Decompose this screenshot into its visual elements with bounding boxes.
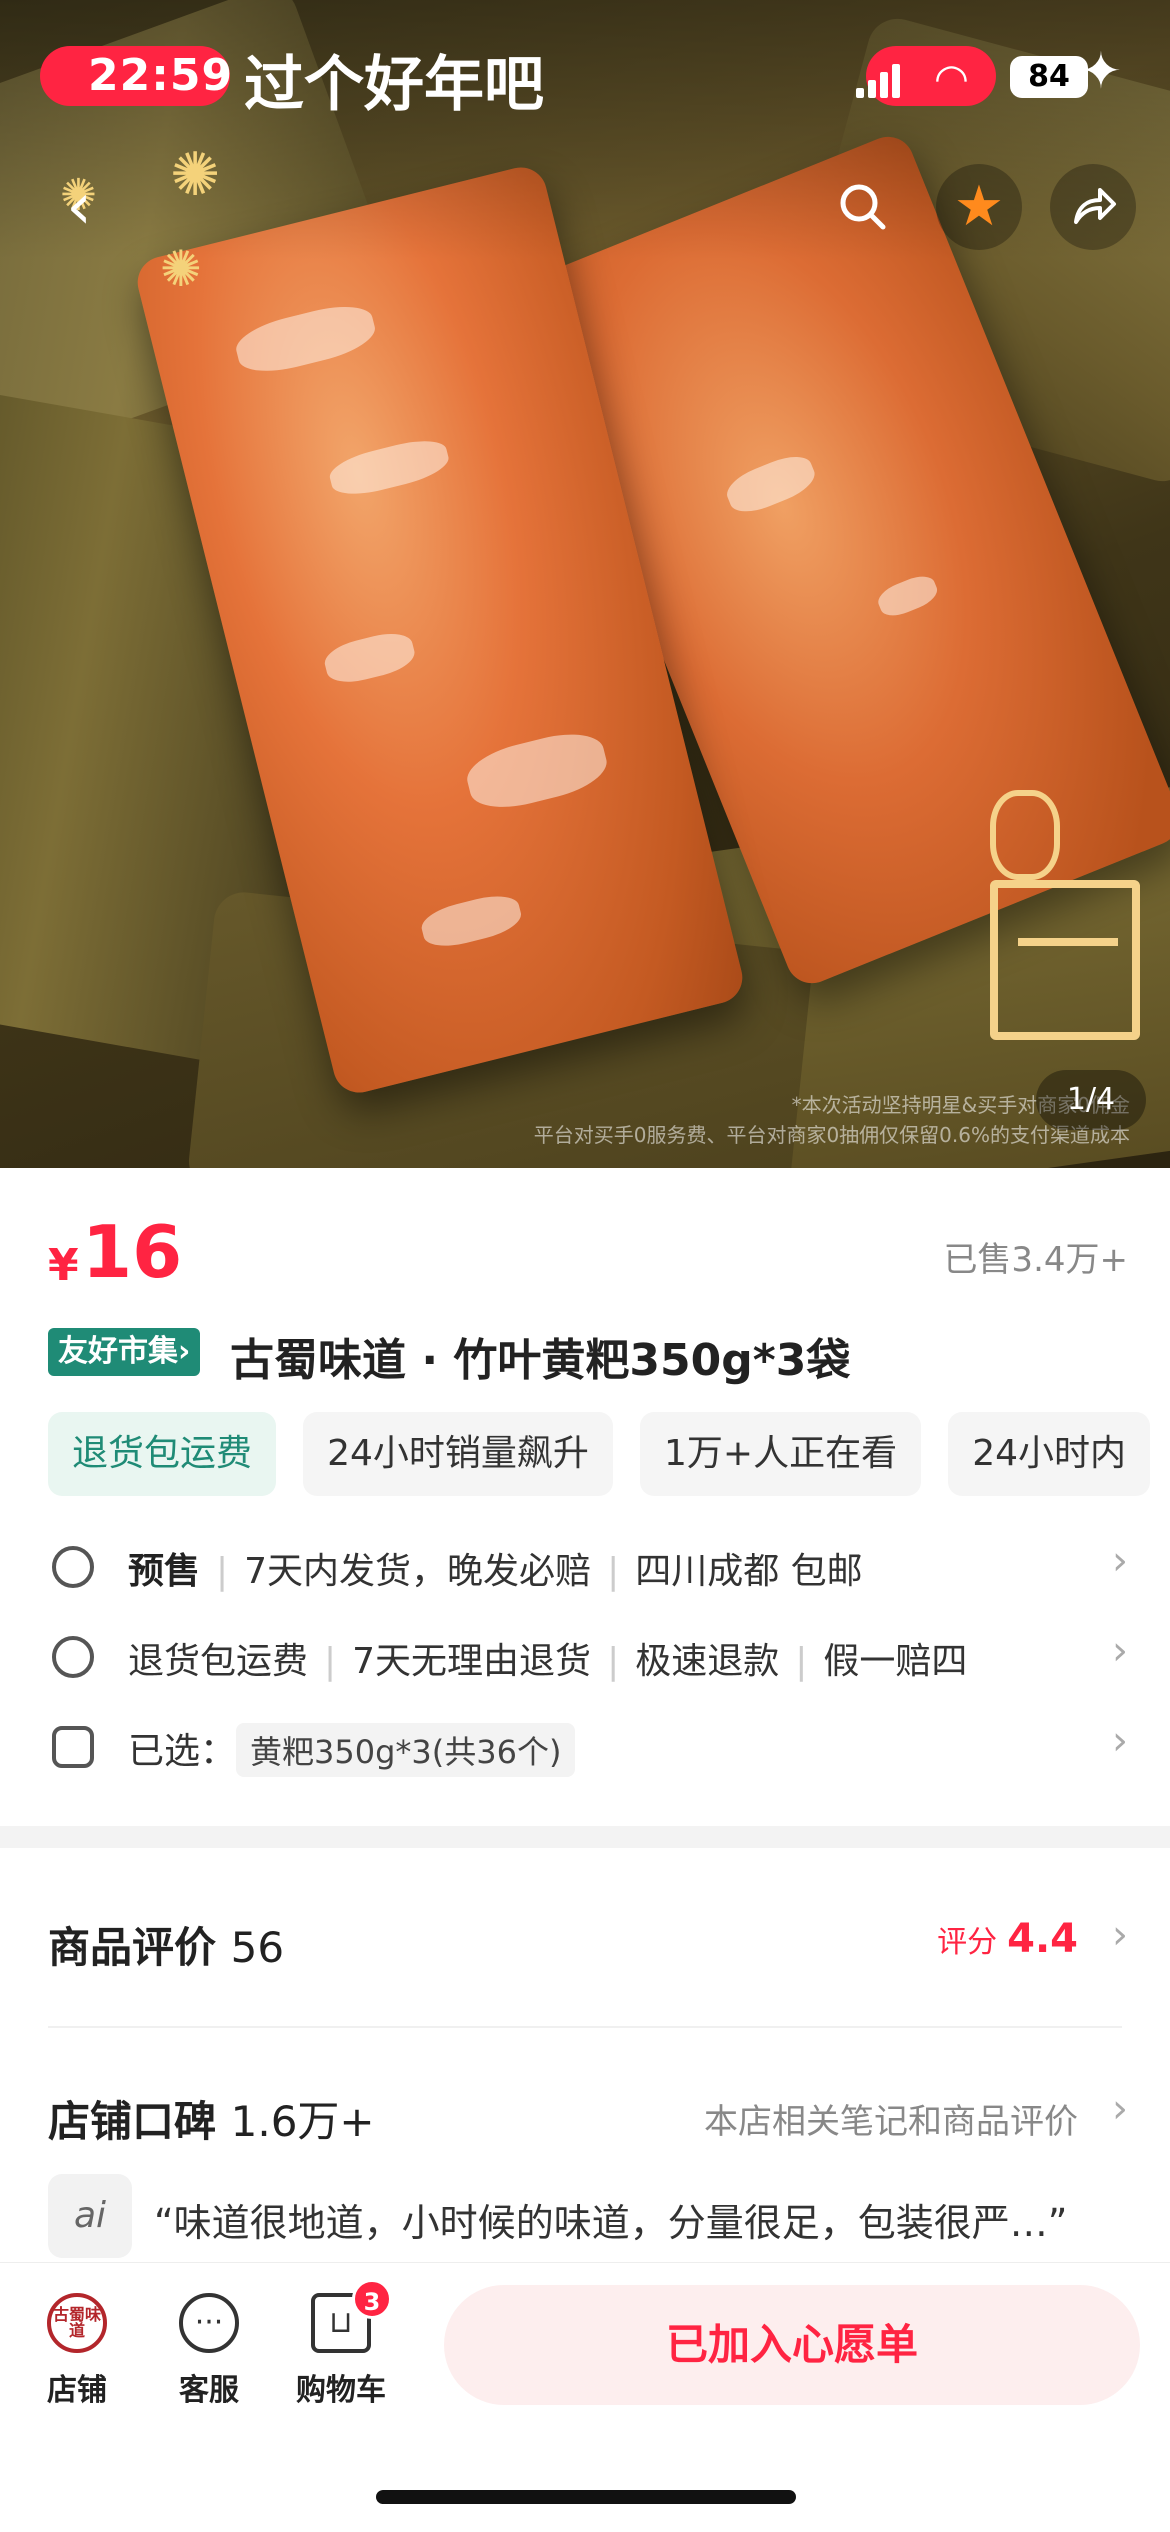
shop-label: 店铺 <box>47 2373 107 2408</box>
guarantee-item: 极速退款 <box>635 1641 780 1682</box>
product-tags: 退货包运费 24小时销量飙升 1万+人正在看 24小时内 <box>48 1412 1170 1496</box>
gift-icon: ✦ <box>1080 42 1122 100</box>
chevron-right-icon: › <box>1112 1912 1128 1958</box>
lantern-decoration <box>990 790 1060 880</box>
chevron-left-icon: ‹ <box>66 170 92 244</box>
reviews-title: 商品评价 56 <box>48 1923 285 1972</box>
tag-return-shipping: 退货包运费 <box>48 1412 277 1496</box>
chair-decoration <box>990 880 1140 1040</box>
section-divider <box>0 1826 1170 1848</box>
shop-button[interactable]: 古蜀味道 店铺 <box>22 2293 132 2409</box>
share-icon <box>1074 188 1116 224</box>
ai-badge: ai <box>48 2174 132 2258</box>
product-price: 16 <box>82 1210 183 1294</box>
reputation-link[interactable]: 本店相关笔记和商品评价 <box>704 2094 1078 2143</box>
bag-icon <box>52 1726 94 1768</box>
festival-banner: 过个好年吧 <box>244 50 544 120</box>
selected-variant: 黄粑350g*3(共36个) <box>236 1723 576 1777</box>
reputation-title: 店铺口碑 1.6万+ <box>48 2097 375 2146</box>
sold-count: 已售3.4万+ <box>943 1240 1128 1280</box>
chat-icon: ··· <box>179 2293 239 2353</box>
reputation-count: 1.6万+ <box>230 2097 375 2146</box>
search-button[interactable] <box>820 164 906 250</box>
shop-logo: 古蜀味道 <box>47 2293 107 2353</box>
box-icon <box>52 1546 94 1588</box>
price-row: ¥ 16 已售3.4万+ <box>48 1210 1128 1310</box>
search-icon <box>840 184 886 230</box>
ai-review-quote: “味道很地道，小时候的味道，分量很足，包装很严…” <box>154 2201 1068 2245</box>
review-score: 评分 4.4 <box>937 1916 1078 1962</box>
divider <box>48 2026 1122 2028</box>
status-time: 22:59 <box>88 50 234 101</box>
chevron-right-icon: › <box>1112 1538 1128 1584</box>
cart-label: 购物车 <box>296 2373 386 2408</box>
image-page-counter: 1/4 <box>1036 1070 1146 1130</box>
product-title: 古蜀味道 · 竹叶黄粑350g*3袋 <box>230 1335 851 1386</box>
home-indicator[interactable] <box>376 2490 796 2504</box>
share-button[interactable] <box>1050 164 1136 250</box>
ship-time: 7天内发货，晚发必赔 <box>244 1551 592 1592</box>
guarantee-item: 7天无理由退货 <box>352 1641 592 1682</box>
variant-row[interactable]: 已选： 黄粑350g*3(共36个) › <box>48 1712 1128 1782</box>
score-value: 4.4 <box>1007 1916 1078 1962</box>
firework-decoration: ✺ <box>170 140 221 210</box>
chevron-right-icon: › <box>1112 2086 1128 2132</box>
ai-summary[interactable]: ai “味道很地道，小时候的味道，分量很足，包装很严…” <box>48 2174 1128 2258</box>
customer-service-button[interactable]: ··· 客服 <box>154 2293 264 2409</box>
firework-decoration: ✺ <box>160 240 202 298</box>
guarantee-row[interactable]: 退货包运费 | 7天无理由退货 | 极速退款 | 假一赔四 › <box>48 1622 1128 1692</box>
guarantee-item: 退货包运费 <box>128 1641 309 1682</box>
chevron-right-icon: › <box>1112 1628 1128 1674</box>
tag-24h: 24小时内 <box>948 1412 1150 1496</box>
title-row: 友好市集› 古蜀味道 · 竹叶黄粑350g*3袋 <box>48 1322 1138 1386</box>
ship-origin: 四川成都 包邮 <box>635 1551 863 1592</box>
reviews-count: 56 <box>230 1923 285 1972</box>
shield-icon <box>52 1636 94 1678</box>
shop-reputation-row[interactable]: 店铺口碑 1.6万+ 本店相关笔记和商品评价 › <box>48 2080 1128 2150</box>
service-label: 客服 <box>179 2373 239 2408</box>
tag-viewers: 1万+人正在看 <box>640 1412 922 1496</box>
product-reviews-row[interactable]: 商品评价 56 评分 4.4 › <box>48 1906 1128 1976</box>
favorite-button[interactable]: ★ <box>936 164 1022 250</box>
status-bar: 22:59 过个好年吧 ◠ 84 ✦ <box>0 0 1170 150</box>
cellular-signal-icon <box>856 62 906 98</box>
currency-symbol: ¥ <box>48 1240 79 1291</box>
wishlist-button[interactable]: 已加入心愿单 <box>444 2285 1140 2405</box>
tag-sales-surge: 24小时销量飙升 <box>303 1412 613 1496</box>
chevron-right-icon: › <box>1112 1718 1128 1764</box>
selected-label: 已选： <box>128 1731 237 1772</box>
cart-button[interactable]: ⊔ 3 购物车 <box>286 2279 396 2409</box>
market-badge[interactable]: 友好市集› <box>48 1328 201 1376</box>
back-button[interactable]: ‹ <box>36 164 122 250</box>
wifi-icon: ◠ <box>934 56 969 102</box>
promo-disclaimer: *本次活动坚持明星&买手对商家0佣金 平台对买手0服务费、平台对商家0抽佣仅保留… <box>533 1093 1130 1147</box>
guarantee-item: 假一赔四 <box>823 1641 968 1682</box>
shipping-row[interactable]: 预售 | 7天内发货，晚发必赔 | 四川成都 包邮 › <box>48 1532 1128 1602</box>
presale-label: 预售 <box>128 1551 201 1592</box>
star-icon: ★ <box>953 174 1005 239</box>
cart-count-badge: 3 <box>352 2279 392 2319</box>
battery-icon: 84 <box>1010 56 1088 98</box>
